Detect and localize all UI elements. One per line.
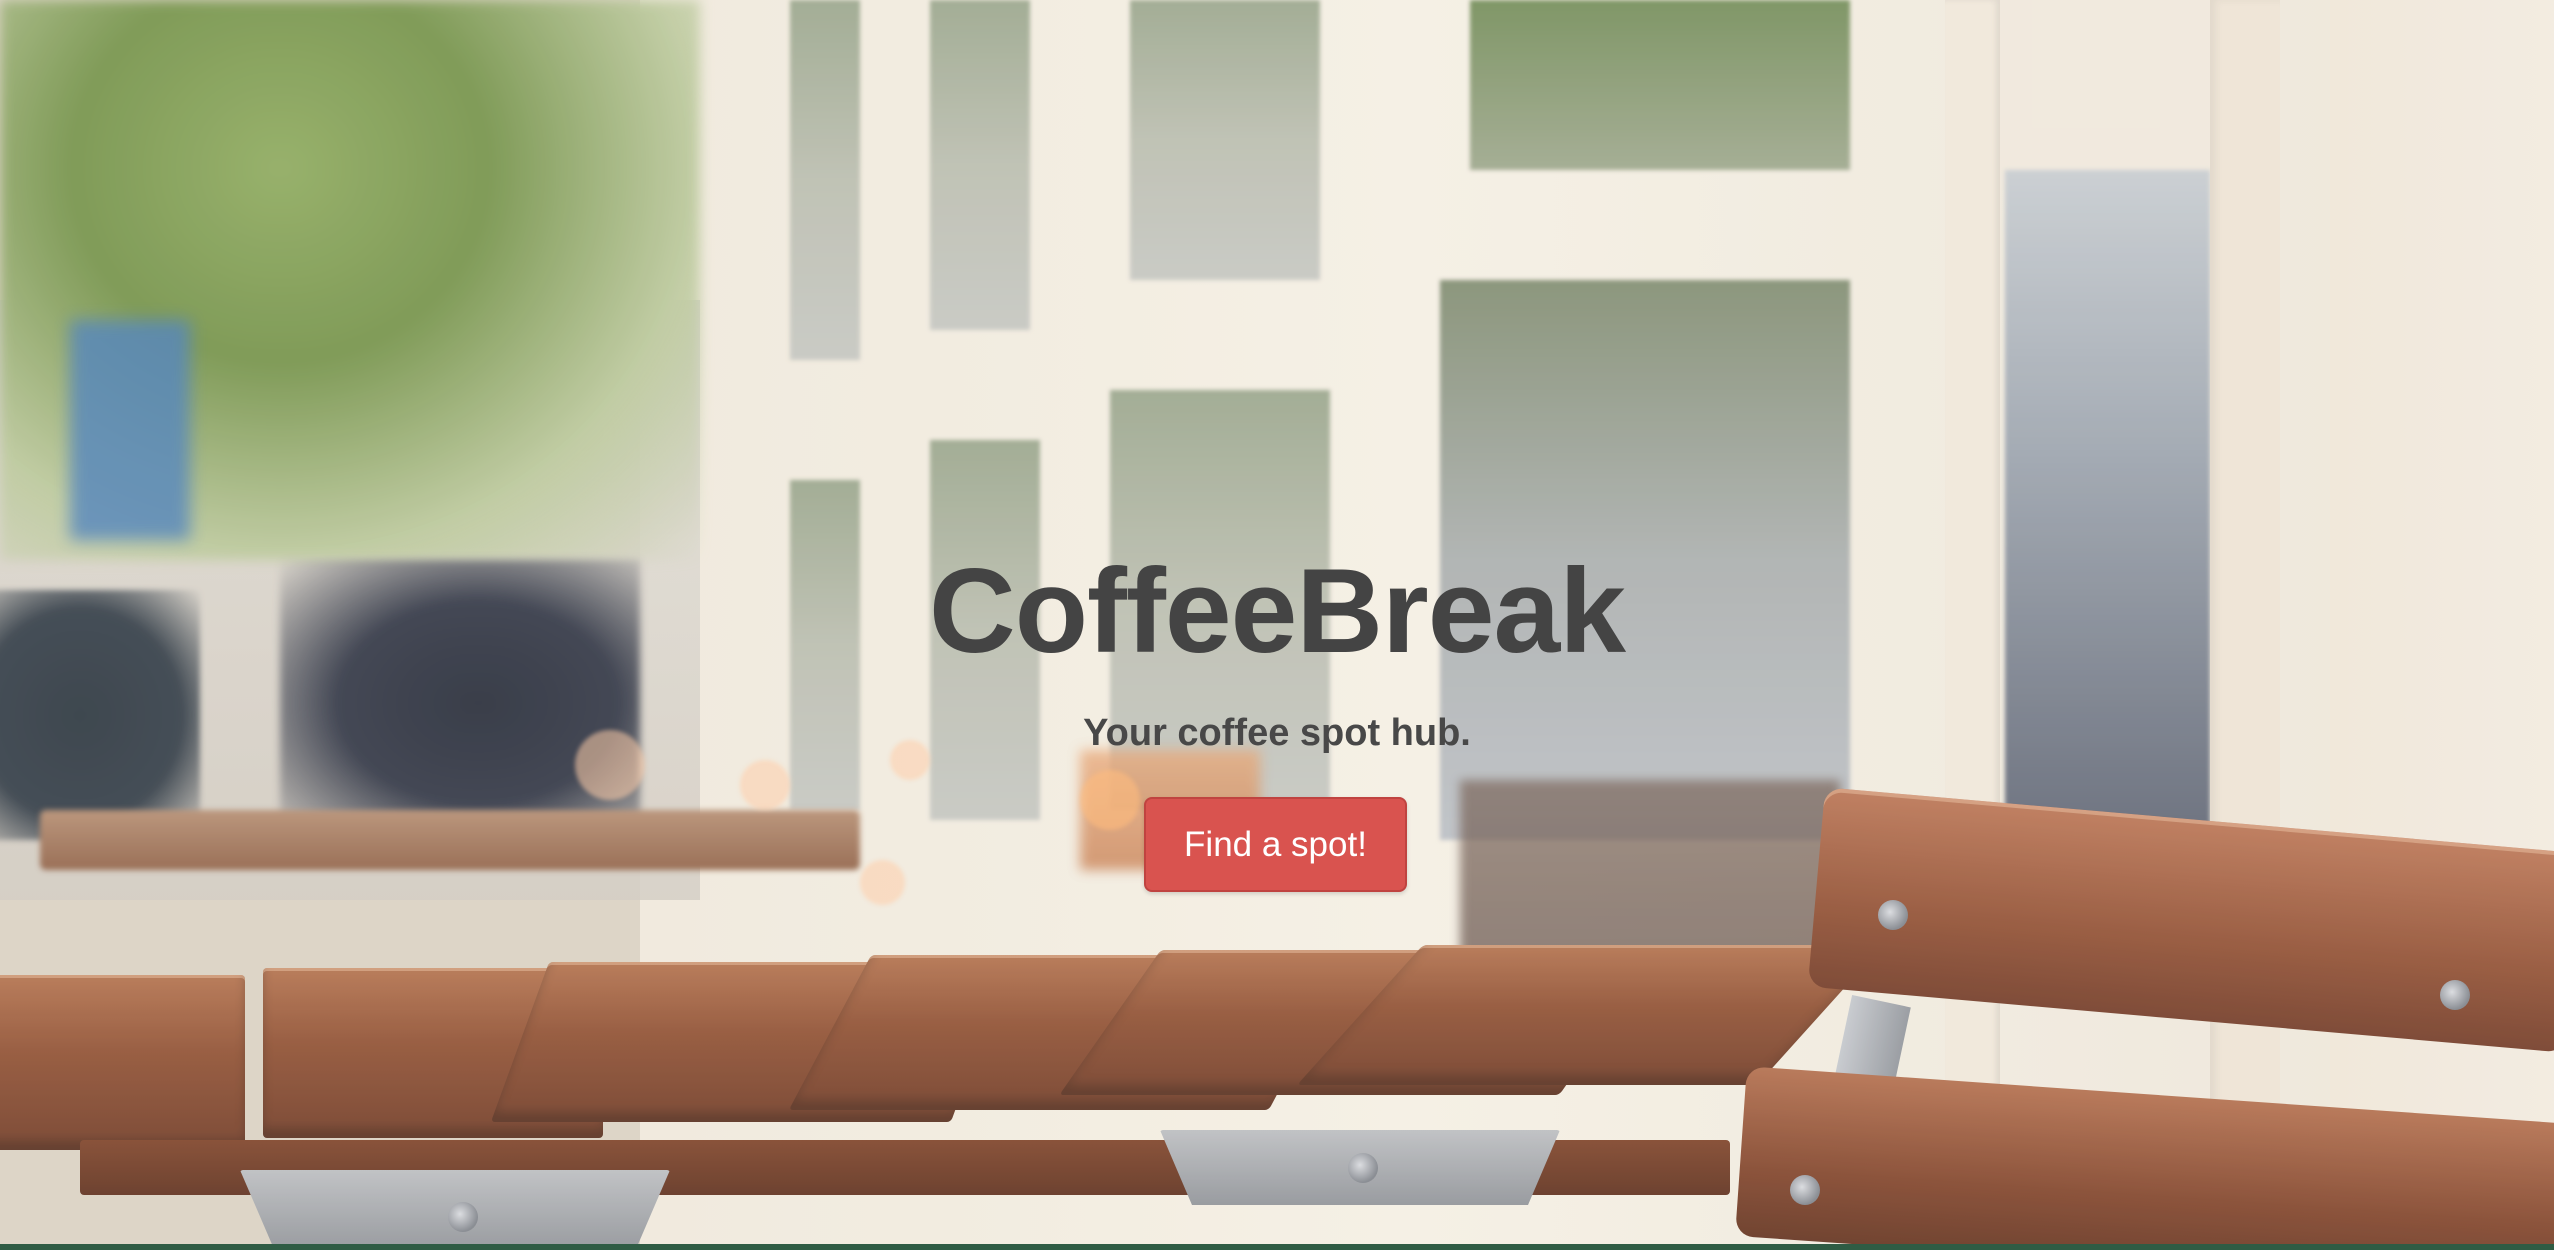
hero-content: CoffeeBreak Your coffee spot hub. Find a…	[0, 0, 2554, 1250]
find-a-spot-button[interactable]: Find a spot!	[1144, 797, 1407, 892]
site-tagline: Your coffee spot hub.	[1083, 712, 1471, 754]
hero-section: CoffeeBreak Your coffee spot hub. Find a…	[0, 0, 2554, 1250]
site-title: CoffeeBreak	[929, 544, 1626, 678]
